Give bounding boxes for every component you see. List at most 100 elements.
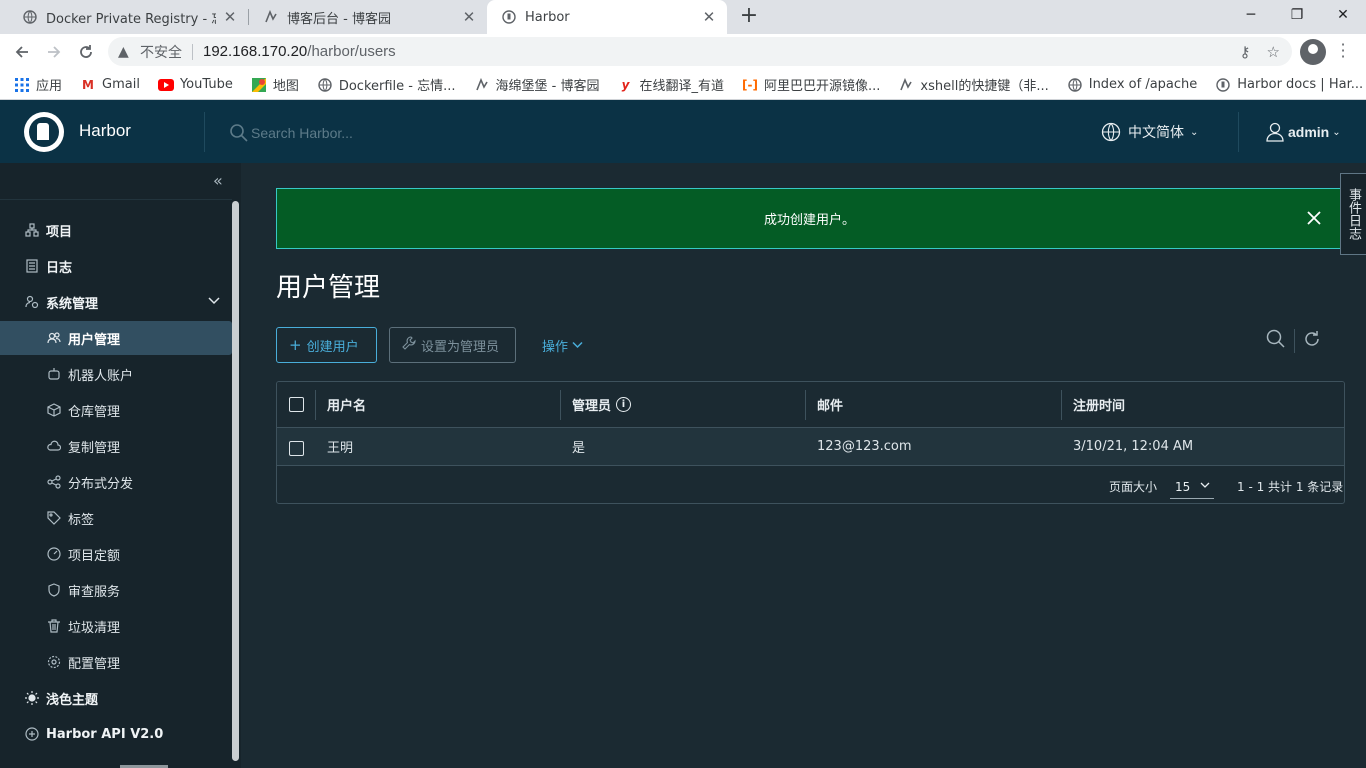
create-user-button[interactable]: + 创建用户 <box>276 327 377 363</box>
sidebar-item-projects[interactable]: 项目 <box>0 213 232 247</box>
maximize-window-icon[interactable]: ❐ <box>1274 0 1320 30</box>
security-label[interactable]: 不安全 <box>140 42 182 62</box>
column-header-admin[interactable]: 管理员 i <box>572 382 632 427</box>
browser-tab-strip: Docker Private Registry - 忘情 ✕ 博客后台 - 博客… <box>0 0 1366 34</box>
bookmark-aliyun[interactable]: [-] 阿里巴巴开源镜像... <box>742 75 880 95</box>
sidebar-item-replication[interactable]: 复制管理 <box>0 429 232 463</box>
sidebar-item-harbor-api[interactable]: Harbor API V2.0 <box>0 717 232 751</box>
registry-icon <box>46 402 62 418</box>
sidebar-item-system-admin[interactable]: 系统管理 <box>0 285 232 319</box>
profile-avatar-icon[interactable] <box>1300 39 1326 65</box>
brand-title[interactable]: Harbor <box>79 121 131 141</box>
bookmark-cnblogs[interactable]: 海绵堡堡 - 博客园 <box>474 75 599 94</box>
sidebar-item-label: 垃圾清理 <box>68 620 121 636</box>
close-tab-icon[interactable]: ✕ <box>222 8 238 26</box>
sidebar-scrollbar[interactable] <box>232 201 239 761</box>
minimize-window-icon[interactable]: ─ <box>1228 0 1274 30</box>
bookmark-apps[interactable]: 应用 <box>14 75 62 94</box>
bookmark-apache[interactable]: Index of /apache <box>1067 77 1197 93</box>
sidebar-item-light-theme[interactable]: 浅色主题 <box>0 681 232 715</box>
info-icon[interactable]: i <box>616 397 632 412</box>
log-icon <box>24 258 40 274</box>
pagination-summary: 1 - 1 共计 1 条记录 <box>1237 480 1344 494</box>
column-divider <box>315 390 316 420</box>
column-header-username[interactable]: 用户名 <box>327 382 366 427</box>
star-bookmark-icon[interactable]: ☆ <box>1267 43 1280 61</box>
maps-icon <box>251 77 267 93</box>
select-all-checkbox[interactable] <box>289 382 304 427</box>
browser-tab[interactable]: 博客后台 - 博客园 ✕ <box>249 0 487 34</box>
forward-arrow-icon[interactable] <box>40 38 68 66</box>
sidebar-item-robot-accounts[interactable]: 机器人账户 <box>0 357 232 391</box>
table-row[interactable]: 王明 是 123@123.com 3/10/21, 12:04 AM <box>277 428 1344 466</box>
main-content: 成功创建用户。 事件日志 用户管理 + 创建用户 设置为管理员 操作 用户名 管… <box>241 163 1366 768</box>
sidebar-item-garbage-collection[interactable]: 垃圾清理 <box>0 609 232 643</box>
bookmark-gmail[interactable]: M Gmail <box>80 77 140 93</box>
reload-icon[interactable] <box>72 38 100 66</box>
sidebar-item-interrogation-services[interactable]: 审查服务 <box>0 573 232 607</box>
close-tab-icon[interactable]: ✕ <box>461 8 477 26</box>
button-label: 操作 <box>542 339 569 355</box>
plus-icon: + <box>289 336 302 354</box>
sidebar-item-label: 仓库管理 <box>68 404 121 420</box>
tab-title: Harbor <box>525 9 570 25</box>
set-admin-button[interactable]: 设置为管理员 <box>389 327 516 363</box>
language-selector[interactable]: 中文简体 ⌄ <box>1101 122 1198 142</box>
page-size-select[interactable]: 15 <box>1170 475 1214 499</box>
close-icon[interactable] <box>1302 206 1326 230</box>
harbor-icon <box>1215 77 1231 93</box>
sidebar-item-distribution[interactable]: 分布式分发 <box>0 465 232 499</box>
sidebar-item-labels[interactable]: 标签 <box>0 501 232 535</box>
warning-triangle-icon[interactable]: ▲ <box>118 44 134 60</box>
address-divider <box>192 43 193 60</box>
key-icon[interactable]: ⚷ <box>1240 43 1251 61</box>
username-label: admin <box>1288 124 1330 140</box>
quota-icon <box>46 546 62 562</box>
users-icon <box>46 330 62 346</box>
bookmark-youtube[interactable]: YouTube <box>157 77 233 93</box>
harbor-icon <box>501 9 517 25</box>
tools-divider <box>1294 329 1295 353</box>
column-header-email[interactable]: 邮件 <box>817 382 843 427</box>
new-tab-button[interactable]: + <box>738 5 760 29</box>
globe-icon <box>1067 77 1083 93</box>
bookmark-xshell[interactable]: xshell的快捷键（非... <box>898 75 1049 94</box>
search-icon[interactable] <box>1266 329 1286 353</box>
system-admin-icon <box>24 294 40 310</box>
bookmark-maps[interactable]: 地图 <box>251 75 299 94</box>
browser-tab-active[interactable]: Harbor ✕ <box>487 0 727 34</box>
chevron-down-icon <box>1200 479 1210 492</box>
bookmark-youdao[interactable]: y 在线翻译_有道 <box>617 75 724 95</box>
sidebar-item-quotas[interactable]: 项目定额 <box>0 537 232 571</box>
harbor-logo-icon[interactable] <box>24 112 64 152</box>
global-search[interactable]: Search Harbor... <box>229 123 353 143</box>
bookmark-dockerfile[interactable]: Dockerfile - 忘情... <box>317 75 456 94</box>
bookmark-label: YouTube <box>179 77 233 92</box>
sidebar-item-configuration[interactable]: 配置管理 <box>0 645 232 679</box>
user-menu[interactable]: admin ⌄ <box>1266 122 1341 142</box>
collapse-sidebar-icon[interactable]: « <box>213 171 223 190</box>
bookmark-harbor-docs[interactable]: Harbor docs | Har... <box>1215 77 1363 93</box>
cell-registered: 3/10/21, 12:04 AM <box>1073 439 1194 454</box>
browser-tab[interactable]: Docker Private Registry - 忘情 ✕ <box>8 0 248 34</box>
refresh-icon[interactable] <box>1303 330 1321 352</box>
sidebar-item-registries[interactable]: 仓库管理 <box>0 393 232 427</box>
sidebar-item-label: 配置管理 <box>68 656 121 672</box>
close-window-icon[interactable]: ✕ <box>1320 0 1366 30</box>
browser-menu-icon[interactable]: · · · <box>1338 37 1348 65</box>
sidebar-item-label: 复制管理 <box>68 440 121 456</box>
column-header-registered[interactable]: 注册时间 <box>1073 382 1125 427</box>
sidebar-item-user-management[interactable]: 用户管理 <box>0 321 232 355</box>
actions-dropdown[interactable]: 操作 <box>530 327 595 363</box>
sidebar-item-label: 日志 <box>46 260 73 276</box>
apps-grid-icon <box>14 77 30 93</box>
cell-email: 123@123.com <box>817 439 912 454</box>
close-tab-icon[interactable]: ✕ <box>701 8 717 26</box>
url-text[interactable]: 192.168.170.20/harbor/users <box>203 43 396 60</box>
row-checkbox[interactable] <box>289 428 304 465</box>
back-arrow-icon[interactable] <box>8 38 36 66</box>
youtube-icon <box>157 77 174 93</box>
sidebar-item-logs[interactable]: 日志 <box>0 249 232 283</box>
event-log-tab[interactable]: 事件日志 <box>1340 173 1366 255</box>
address-bar[interactable]: ▲ 不安全 192.168.170.20/harbor/users ⚷ ☆ <box>108 37 1292 66</box>
